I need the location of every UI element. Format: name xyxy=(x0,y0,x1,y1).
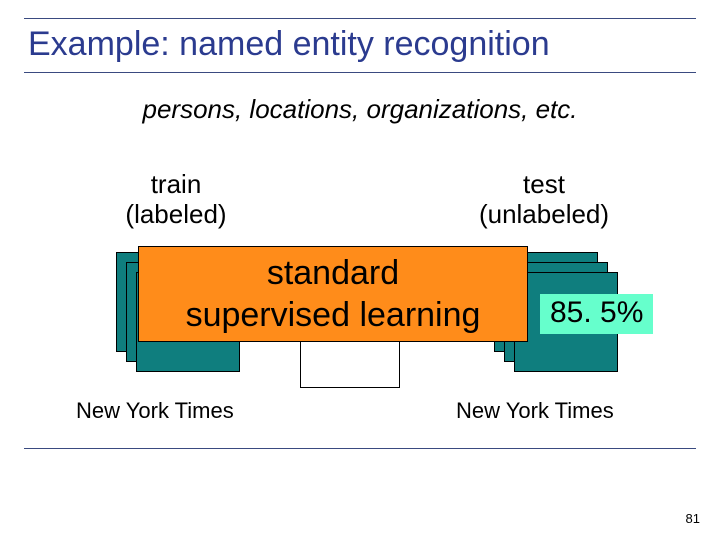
train-label-line1: train xyxy=(151,169,202,199)
test-label-line2: (unlabeled) xyxy=(479,199,609,229)
method-line1: standard xyxy=(267,252,399,295)
method-line2: supervised learning xyxy=(186,294,481,337)
slide-title: Example: named entity recognition xyxy=(24,23,696,70)
method-banner: standard supervised learning xyxy=(138,246,528,342)
test-column-label: test (unlabeled) xyxy=(444,170,644,230)
title-block: Example: named entity recognition xyxy=(24,18,696,73)
page-number: 81 xyxy=(686,511,700,526)
test-label-line1: test xyxy=(523,169,565,199)
test-source-label: New York Times xyxy=(456,398,614,424)
accuracy-highlight: 85. 5% xyxy=(540,294,653,334)
title-rule-top xyxy=(24,18,696,19)
title-rule-bottom xyxy=(24,72,696,73)
train-label-line2: (labeled) xyxy=(125,199,226,229)
train-source-label: New York Times xyxy=(76,398,234,424)
slide-subtitle: persons, locations, organizations, etc. xyxy=(0,94,720,125)
footer-rule xyxy=(24,448,696,449)
train-column-label: train (labeled) xyxy=(86,170,266,230)
